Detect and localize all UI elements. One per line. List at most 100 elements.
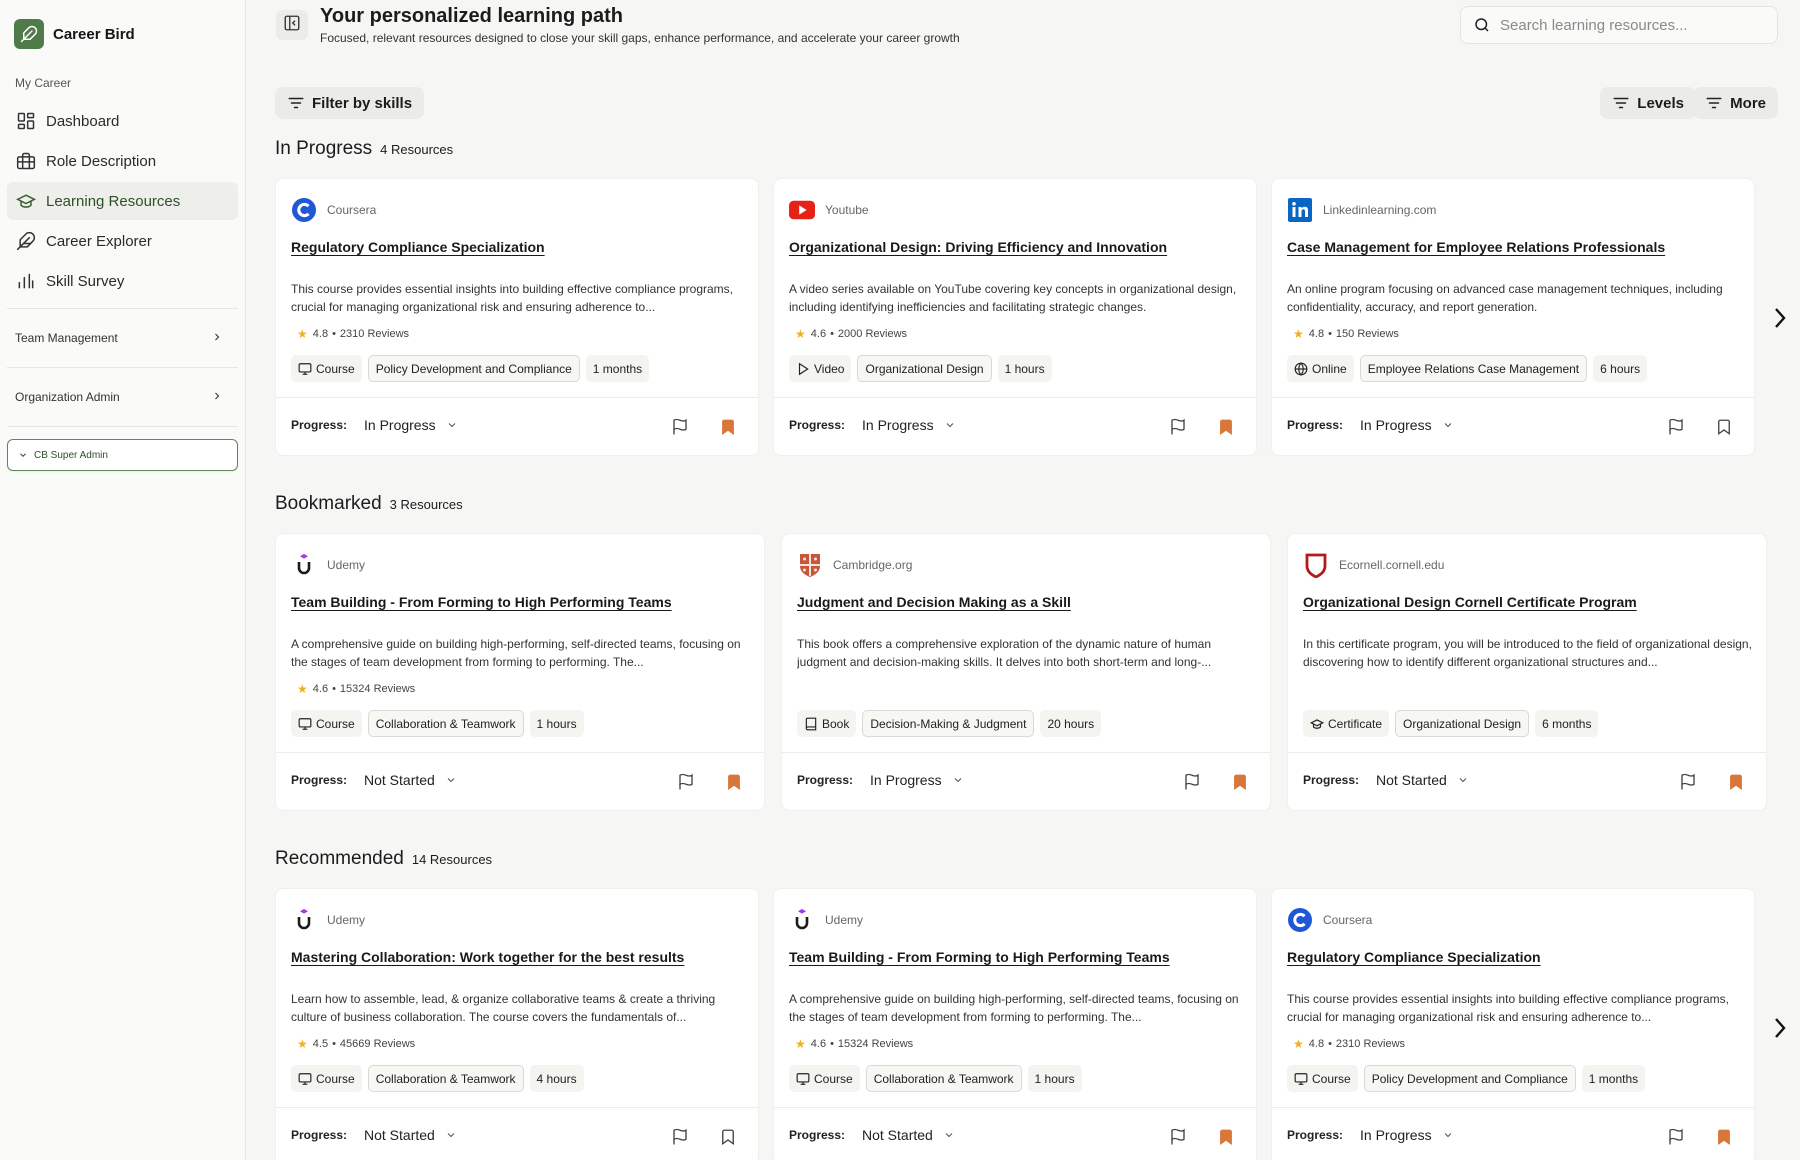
rating-value: 4.6 (312, 683, 329, 695)
sidebar-group-team-management[interactable]: Team Management (0, 317, 245, 359)
flag-icon[interactable] (1180, 770, 1204, 794)
bookmark-icon[interactable] (1724, 770, 1748, 794)
admin-role-selector[interactable]: CB Super Admin (7, 439, 238, 471)
rating: ★ 4.5 • 45669 Reviews (297, 1037, 416, 1051)
resource-title-link[interactable]: Mastering Collaboration: Work together f… (291, 949, 684, 965)
resource-card[interactable]: Coursera Regulatory Compliance Specializ… (275, 178, 759, 456)
resource-card[interactable]: Youtube Organizational Design: Driving E… (773, 178, 1257, 456)
resource-title-link[interactable]: Case Management for Employee Relations P… (1287, 239, 1665, 255)
progress-dropdown[interactable]: In Progress (1360, 417, 1454, 433)
carousel-next-arrow-icon[interactable] (1768, 1013, 1792, 1043)
skill-tag: Collaboration & Teamwork (367, 710, 524, 737)
progress-dropdown[interactable]: Not Started (364, 772, 457, 788)
review-count: 45669 Reviews (339, 1038, 416, 1050)
section-count: 14 Resources (411, 852, 493, 867)
bar-chart-icon (15, 270, 37, 292)
review-count: 2000 Reviews (837, 328, 908, 340)
progress-label: Progress: (789, 1128, 846, 1142)
sidebar-item-dashboard[interactable]: Dashboard (7, 102, 238, 140)
card-footer: Progress: In Progress (1272, 1107, 1754, 1160)
flag-icon[interactable] (1676, 770, 1700, 794)
progress-dropdown[interactable]: In Progress (364, 417, 458, 433)
flag-icon[interactable] (668, 1125, 692, 1149)
resource-title-link[interactable]: Judgment and Decision Making as a Skill (797, 594, 1071, 610)
resource-card[interactable]: Udemy Team Building - From Forming to Hi… (275, 533, 765, 811)
resource-title-link[interactable]: Organizational Design Cornell Certificat… (1303, 594, 1637, 610)
bookmark-icon[interactable] (1228, 770, 1252, 794)
progress-dropdown[interactable]: Not Started (1376, 772, 1469, 788)
resource-card[interactable]: Udemy Team Building - From Forming to Hi… (773, 888, 1257, 1160)
bookmark-icon[interactable] (1214, 1125, 1238, 1149)
duration-tag: 1 months (585, 355, 650, 382)
resource-card[interactable]: Linkedinlearning.com Case Management for… (1271, 178, 1755, 456)
sidebar-item-career-explorer[interactable]: Career Explorer (7, 222, 238, 260)
youtube-logo-icon (789, 197, 815, 223)
resource-title-link[interactable]: Regulatory Compliance Specialization (1287, 949, 1541, 965)
search-input[interactable] (1500, 16, 1760, 34)
resource-type-tag: Course (1287, 1065, 1358, 1092)
duration-tag: 1 hours (997, 355, 1052, 382)
coursera-logo-icon (291, 197, 317, 223)
sidebar-item-learning-resources[interactable]: Learning Resources (7, 182, 238, 220)
carousel-next-arrow-icon[interactable] (1768, 303, 1792, 333)
dashboard-icon (15, 110, 37, 132)
group-label: Team Management (15, 331, 118, 345)
progress-dropdown[interactable]: Not Started (862, 1127, 955, 1143)
sidebar-toggle-icon (283, 14, 301, 37)
more-button[interactable]: More (1693, 87, 1778, 119)
brand[interactable]: Career Bird (0, 0, 245, 68)
rating-value: 4.5 (312, 1038, 329, 1050)
monitor-icon (298, 1072, 316, 1086)
flag-icon[interactable] (674, 770, 698, 794)
progress-dropdown[interactable]: In Progress (862, 417, 956, 433)
bookmark-icon[interactable] (1712, 415, 1736, 439)
monitor-icon (1294, 1072, 1312, 1086)
resource-card[interactable]: Udemy Mastering Collaboration: Work toge… (275, 888, 759, 1160)
bookmark-icon[interactable] (716, 1125, 740, 1149)
resource-description: This course provides essential insights … (291, 282, 734, 314)
resource-source: Udemy (789, 907, 863, 933)
resource-title-link[interactable]: Team Building - From Forming to High Per… (789, 949, 1170, 965)
progress-dropdown[interactable]: Not Started (364, 1127, 457, 1143)
collapse-sidebar-button[interactable] (276, 10, 308, 40)
resource-card[interactable]: Ecornell.cornell.edu Organizational Desi… (1287, 533, 1767, 811)
source-name: Ecornell.cornell.edu (1339, 558, 1445, 572)
bookmark-icon[interactable] (722, 770, 746, 794)
chevron-down-icon (1432, 1129, 1454, 1141)
bookmark-icon[interactable] (1712, 1125, 1736, 1149)
flag-icon[interactable] (1166, 1125, 1190, 1149)
resource-type-tag: Course (291, 1065, 362, 1092)
sidebar-item-skill-survey[interactable]: Skill Survey (7, 262, 238, 300)
resource-type: Course (316, 361, 355, 376)
flag-icon[interactable] (668, 415, 692, 439)
filter-by-skills-button[interactable]: Filter by skills (275, 87, 425, 119)
source-name: Cambridge.org (833, 558, 913, 572)
source-name: Youtube (825, 203, 869, 217)
chevron-down-icon (933, 1129, 955, 1141)
resource-card[interactable]: Cambridge.org Judgment and Decision Maki… (781, 533, 1271, 811)
sidebar-item-role-description[interactable]: Role Description (7, 142, 238, 180)
progress-label: Progress: (1303, 773, 1360, 787)
source-name: Coursera (1323, 913, 1373, 927)
flag-icon[interactable] (1664, 1125, 1688, 1149)
flag-icon[interactable] (1664, 415, 1688, 439)
rating: ★ 4.6 • 15324 Reviews (297, 682, 416, 696)
progress-dropdown[interactable]: In Progress (1360, 1127, 1454, 1143)
resource-card[interactable]: Coursera Regulatory Compliance Specializ… (1271, 888, 1755, 1160)
cornell-logo-icon (1303, 552, 1329, 578)
progress-dropdown[interactable]: In Progress (870, 772, 964, 788)
section-header: Bookmarked 3 Resources (275, 493, 463, 515)
sidebar-group-organization-admin[interactable]: Organization Admin (0, 376, 245, 418)
progress-value: In Progress (870, 772, 942, 788)
resource-title-link[interactable]: Organizational Design: Driving Efficienc… (789, 239, 1167, 255)
duration-tag: 1 hours (529, 710, 584, 737)
bookmark-icon[interactable] (716, 415, 740, 439)
levels-button[interactable]: Levels (1600, 87, 1696, 119)
bookmark-icon[interactable] (1214, 415, 1238, 439)
resource-type: Course (1312, 1071, 1351, 1086)
resource-title-link[interactable]: Regulatory Compliance Specialization (291, 239, 545, 255)
resource-title-link[interactable]: Team Building - From Forming to High Per… (291, 594, 672, 610)
search-box (1460, 6, 1778, 44)
resource-description: A video series available on YouTube cove… (789, 282, 1237, 314)
flag-icon[interactable] (1166, 415, 1190, 439)
